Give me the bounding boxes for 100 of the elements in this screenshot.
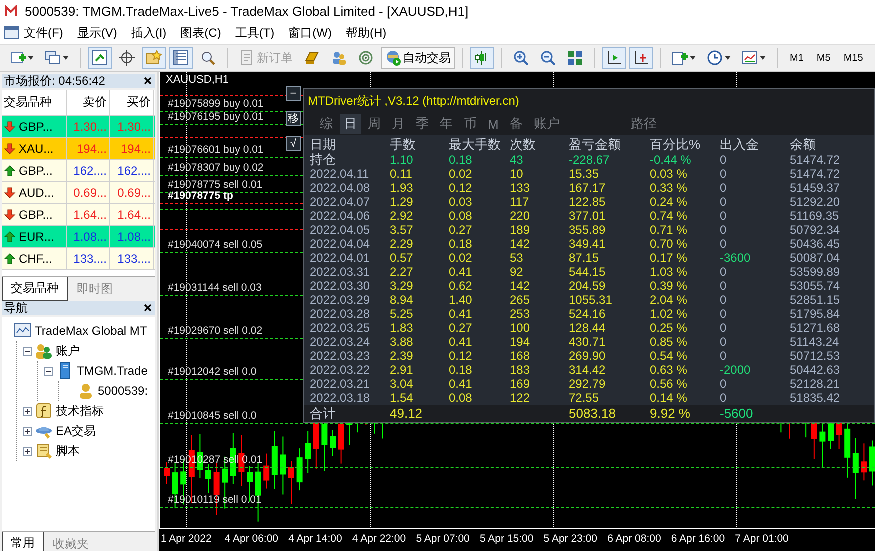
table-cell-text: 0.18	[449, 363, 474, 377]
table-cell-text: 72.55	[569, 391, 600, 405]
bid-cell: 133....	[67, 248, 110, 269]
table-cell-text: 0	[720, 377, 728, 391]
table-cell-text: 0.08	[449, 209, 474, 223]
timeframe-button[interactable]: M5	[812, 52, 836, 64]
panel-tab[interactable]: 日	[340, 114, 361, 134]
panel-tab[interactable]: 备	[506, 114, 527, 134]
table-cell-text: 0.62	[449, 279, 474, 293]
table-cell-text: 9.92 %	[650, 405, 692, 422]
expand-icon[interactable]	[23, 426, 32, 436]
toolbar-button[interactable]	[88, 47, 112, 69]
collapse-icon[interactable]	[23, 346, 32, 356]
date-cell-text: 2022.04.06	[310, 209, 372, 223]
total-label: 合计	[310, 405, 337, 422]
quote-row[interactable]: GBP... 1.30... 1.30...	[2, 116, 155, 138]
panel-tab[interactable]: 收藏夹	[44, 532, 98, 551]
quote-row[interactable]: GBP... 162.... 162....	[2, 160, 155, 182]
tree-item[interactable]: 技术指标	[56, 402, 104, 420]
panel-button[interactable]: √	[286, 136, 301, 151]
table-cell-text: 204.59	[569, 279, 607, 293]
collapse-icon[interactable]	[44, 366, 53, 376]
template-icon	[742, 50, 758, 66]
panel-tab[interactable]: 年	[436, 114, 457, 134]
menu-item[interactable]: 显示(V)	[73, 22, 128, 44]
close-icon[interactable]	[143, 303, 153, 313]
tree-item[interactable]: 5000539:	[98, 384, 148, 398]
panel-tab[interactable]: 季	[412, 114, 433, 134]
quote-row[interactable]: EUR... 1.08... 1.08...	[2, 226, 155, 248]
panel-title: 市场报价: 04:56:42	[4, 72, 106, 90]
table-cell-text: 51795.84	[790, 307, 842, 321]
quote-row[interactable]: XAU... 194... 194...	[2, 138, 155, 160]
panel-tab[interactable]: 币	[460, 114, 481, 134]
quote-row[interactable]: CHF... 133.... 133....	[2, 248, 155, 270]
tree-item[interactable]: TMGM.Trade	[77, 364, 148, 378]
expand-icon[interactable]	[23, 406, 32, 416]
table-cell-text: 2.27	[390, 265, 414, 279]
table-cell-text: 0.41	[449, 377, 474, 391]
panel-tab[interactable]: 交易品种	[2, 277, 68, 301]
caret-icon	[28, 56, 34, 60]
quote-row[interactable]: GBP... 1.64... 1.64...	[2, 204, 155, 226]
tree-item[interactable]: TradeMax Global MT	[35, 324, 148, 338]
column-header[interactable]: 买价	[110, 90, 154, 115]
date-cell-text: 2022.04.07	[310, 195, 372, 209]
toolbar-button[interactable]	[169, 47, 193, 69]
new-chart-icon	[10, 50, 26, 66]
panel-tab[interactable]: 路径	[626, 114, 661, 134]
menu-item[interactable]: 工具(T)	[231, 22, 285, 44]
column-header[interactable]: 卖价	[67, 90, 110, 115]
signal-icon	[358, 50, 374, 66]
menu-item[interactable]: 图表(C)	[176, 22, 232, 44]
panel-tab[interactable]: 账户	[530, 114, 564, 134]
panel-button[interactable]: 移	[286, 111, 301, 126]
quote-row[interactable]: AUD... 0.69... 0.69...	[2, 182, 155, 204]
table-cell-text: 0.11	[390, 167, 414, 181]
toolbar-button[interactable]: 自动交易	[381, 47, 455, 69]
panel-tab[interactable]: 常用	[2, 532, 44, 551]
order-label: #19078775 sell 0.01	[168, 179, 263, 191]
table-cell-text: 0	[720, 293, 728, 307]
table-cell-text: 0.03	[449, 195, 474, 209]
timeframe-button[interactable]: M1	[785, 52, 809, 64]
order-label: #19040074 sell 0.05	[168, 239, 263, 251]
tree-item[interactable]: EA交易	[56, 422, 96, 440]
close-icon[interactable]	[143, 76, 153, 86]
date-cell-text: 2022.03.22	[310, 363, 372, 377]
panel-tab[interactable]: 月	[388, 114, 409, 134]
panel-tab[interactable]: 综	[316, 114, 337, 134]
time-label: 6 Apr 08:00	[608, 532, 662, 547]
toolbar-button[interactable]	[602, 47, 626, 69]
symbol-cell: XAU...	[19, 142, 54, 156]
table-cell-text: 0.54 %	[650, 349, 688, 363]
expand-icon[interactable]	[23, 446, 32, 456]
tree-item[interactable]: 脚本	[56, 442, 80, 460]
panel-tab[interactable]: M	[484, 116, 503, 132]
column-header[interactable]: 交易品种	[2, 90, 67, 115]
menu-item[interactable]: 插入(I)	[127, 22, 177, 44]
column-header: 余额	[790, 138, 817, 153]
menu-item[interactable]: 窗口(W)	[284, 22, 342, 44]
toolbar-button[interactable]	[470, 47, 494, 69]
table-cell-text: 3.29	[390, 279, 414, 293]
toolbar-button[interactable]	[629, 47, 653, 69]
panel-tab[interactable]: 周	[364, 114, 385, 134]
column-header: 百分比%	[650, 138, 702, 153]
table-cell-text: -5600	[720, 405, 754, 422]
table-cell-text: 0.41	[449, 265, 474, 279]
table-cell-text: -3600	[720, 251, 752, 265]
menu-item[interactable]: 帮助(H)	[342, 22, 397, 44]
column-header: 最大手数	[449, 138, 502, 153]
menu-item[interactable]: 文件(F)	[20, 22, 74, 44]
table-cell-text: 377.01	[569, 209, 607, 223]
clock-icon	[707, 50, 723, 66]
table-cell-text: 0.56 %	[650, 377, 688, 391]
scroll-icon	[35, 442, 53, 460]
tree-item[interactable]: 账户	[56, 342, 80, 360]
order-label: #19076601 buy 0.01	[168, 144, 264, 156]
timeframe-button[interactable]: M15	[838, 52, 868, 64]
panel-button[interactable]: −	[286, 86, 301, 101]
table-cell-text: 51292.20	[790, 195, 842, 209]
table-cell-text: 2.29	[390, 237, 414, 251]
order-label: #19078775 tp	[168, 190, 234, 202]
